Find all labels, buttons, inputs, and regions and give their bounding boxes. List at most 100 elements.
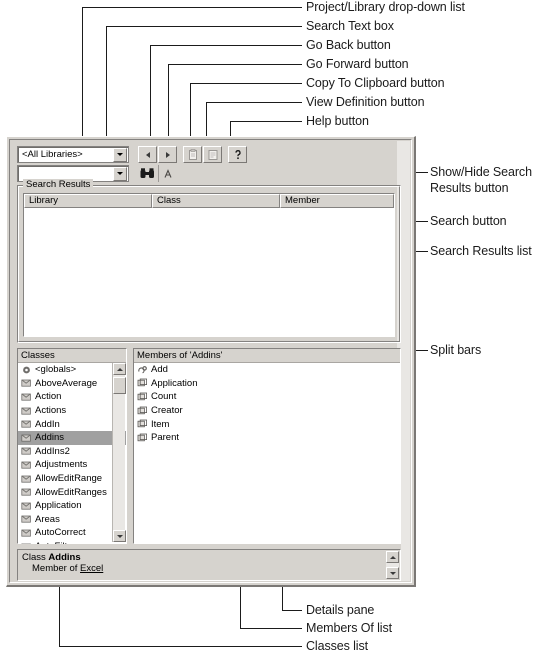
search-results-list[interactable]: Library Class Member <box>23 193 395 337</box>
list-item-label: <globals> <box>35 364 76 375</box>
classes-vertical-scrollbar[interactable] <box>112 363 125 542</box>
list-item[interactable]: Actions <box>18 404 126 418</box>
details-memberof-link[interactable]: Excel <box>80 563 103 574</box>
search-results-rows[interactable] <box>24 208 394 336</box>
scroll-up-button[interactable] <box>386 551 399 563</box>
list-item-label: Creator <box>151 405 183 416</box>
show-hide-results-icon <box>162 168 174 180</box>
list-item[interactable]: AboveAverage <box>18 377 126 391</box>
list-item[interactable]: Adjustments <box>18 458 126 472</box>
help-button[interactable] <box>228 146 247 163</box>
leader-line <box>106 26 302 27</box>
classes-list[interactable]: Classes <globals>AboveAverageActionActio… <box>17 348 127 544</box>
scroll-thumb[interactable] <box>113 377 126 394</box>
class-icon <box>21 460 32 470</box>
leader-line <box>206 102 302 103</box>
details-memberof-prefix: Member of <box>32 563 80 574</box>
classes-list-body[interactable]: <globals>AboveAverageActionActionsAddInA… <box>18 363 126 544</box>
details-class-prefix: Class <box>22 552 48 563</box>
leader-line <box>82 7 302 8</box>
list-item-label: AddIn <box>35 419 60 430</box>
list-item[interactable]: AddIns2 <box>18 445 126 459</box>
binoculars-icon <box>140 168 155 179</box>
members-of-list[interactable]: Members of 'Addins' Add ApplicationCount C… <box>133 348 401 544</box>
list-item[interactable]: Item <box>134 417 400 431</box>
property-icon <box>137 406 148 416</box>
object-browser-window: <All Libraries> <box>6 136 416 587</box>
callout-search-results-list: Search Results list <box>430 245 532 259</box>
class-icon <box>21 446 32 456</box>
callout-search-text-box: Search Text box <box>306 20 394 34</box>
list-item[interactable]: <globals> <box>18 363 126 377</box>
list-item-label: Count <box>151 391 176 402</box>
callout-show-hide-search-results-1: Show/Hide Search <box>430 166 532 180</box>
view-definition-button[interactable] <box>203 146 222 163</box>
leader-line <box>59 646 282 647</box>
leader-line <box>168 64 302 65</box>
project-library-dropdown[interactable]: <All Libraries> <box>17 146 129 163</box>
search-results-header: Library Class Member <box>24 194 394 208</box>
list-item[interactable]: Action <box>18 390 126 404</box>
class-icon <box>21 378 32 388</box>
chevron-down-icon[interactable] <box>113 167 127 181</box>
triangle-up-icon <box>390 556 396 559</box>
list-item[interactable]: Count <box>134 390 400 404</box>
globals-icon <box>21 365 32 375</box>
list-item-label: AddIns2 <box>35 446 70 457</box>
list-item[interactable]: Application <box>134 377 400 391</box>
class-icon <box>21 392 32 402</box>
column-header-member[interactable]: Member <box>280 194 394 208</box>
copy-to-clipboard-button[interactable] <box>183 146 202 163</box>
search-button[interactable] <box>138 165 156 182</box>
members-list-body[interactable]: Add ApplicationCount Creator Item Parent <box>134 363 400 544</box>
triangle-left-icon <box>146 152 150 158</box>
list-item-label: Adjustments <box>35 459 87 470</box>
triangle-up-icon <box>117 368 123 371</box>
details-vertical-scrollbar[interactable] <box>386 551 399 579</box>
class-icon <box>21 501 32 511</box>
column-header-library[interactable]: Library <box>24 194 152 208</box>
callout-classes-list: Classes list <box>306 640 368 654</box>
leader-line <box>230 121 302 122</box>
list-item[interactable]: AllowEditRanges <box>18 485 126 499</box>
list-item[interactable]: Addins <box>18 431 126 445</box>
leader-line <box>82 7 83 145</box>
list-item-label: Actions <box>35 405 66 416</box>
callout-view-definition: View Definition button <box>306 96 424 110</box>
leader-line <box>240 628 282 629</box>
property-icon <box>137 378 148 388</box>
definition-icon <box>207 149 219 161</box>
clipboard-icon <box>187 149 199 161</box>
list-item[interactable]: AddIn <box>18 417 126 431</box>
property-icon <box>137 419 148 429</box>
list-item[interactable]: Areas <box>18 513 126 527</box>
list-item[interactable]: Application <box>18 499 126 513</box>
list-item[interactable]: Parent <box>134 431 400 445</box>
members-pane-title: Members of 'Addins' <box>134 349 400 363</box>
list-item[interactable]: Creator <box>134 404 400 418</box>
property-icon <box>137 392 148 402</box>
list-item-label: Add <box>151 364 168 375</box>
triangle-down-icon <box>390 572 396 575</box>
leader-line <box>282 646 302 647</box>
go-back-button[interactable] <box>138 146 157 163</box>
list-item[interactable]: AutoCorrect <box>18 526 126 540</box>
list-item[interactable]: Add <box>134 363 400 377</box>
details-pane[interactable]: Class Addins Member of Excel <box>17 549 401 581</box>
list-item-label: Areas <box>35 514 60 525</box>
list-item-label: AboveAverage <box>35 378 97 389</box>
column-header-class[interactable]: Class <box>152 194 280 208</box>
list-item-label: Parent <box>151 432 179 443</box>
question-mark-icon <box>232 149 244 161</box>
property-icon <box>137 433 148 443</box>
scroll-up-button[interactable] <box>113 363 126 375</box>
show-hide-search-results-button[interactable] <box>158 165 177 182</box>
scroll-down-button[interactable] <box>113 530 126 542</box>
list-item[interactable]: AllowEditRange <box>18 472 126 486</box>
callout-members-of-list: Members Of list <box>306 622 392 636</box>
chevron-down-icon[interactable] <box>113 148 127 162</box>
scroll-down-button[interactable] <box>386 567 399 579</box>
go-forward-button[interactable] <box>158 146 177 163</box>
callout-help: Help button <box>306 115 369 129</box>
list-item-label: Item <box>151 419 169 430</box>
